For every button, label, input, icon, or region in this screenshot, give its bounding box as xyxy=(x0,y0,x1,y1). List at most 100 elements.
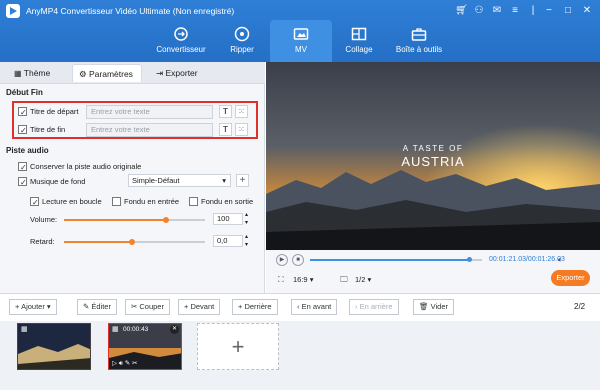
cut-label: Couper xyxy=(139,302,164,311)
delay-fill xyxy=(64,241,132,243)
cut-button[interactable]: ✂ Couper xyxy=(125,299,170,315)
volume-value[interactable]: 100 xyxy=(213,213,243,225)
gear-icon: ⚙ xyxy=(79,69,89,79)
move-forward-button[interactable]: ‹ En avant xyxy=(291,299,338,315)
end-grid-button[interactable]: ⁙ xyxy=(235,123,248,136)
user-icon[interactable]: ⚇ xyxy=(473,5,485,17)
fade-out-checkbox[interactable] xyxy=(189,197,198,206)
volume-label: Volume: xyxy=(30,215,58,224)
delay-value[interactable]: 0,0 xyxy=(213,235,243,247)
page-select[interactable]: 1/2 ▾ xyxy=(355,275,371,284)
start-title-checkbox[interactable] xyxy=(18,107,27,117)
toolbox-icon xyxy=(411,28,427,41)
loop-checkbox[interactable] xyxy=(30,197,39,207)
add-clip-button[interactable]: + xyxy=(197,323,279,370)
aspect-ratio-value: 16:9 xyxy=(293,275,308,284)
fade-in-checkbox[interactable] xyxy=(112,197,121,206)
front-button[interactable]: + Devant xyxy=(178,299,221,315)
edit-button[interactable]: ✎ Éditer xyxy=(77,299,117,315)
export-button[interactable]: Exporter xyxy=(551,270,590,286)
start-text-style-button[interactable]: T xyxy=(219,105,232,118)
nav-label: Collage xyxy=(345,45,373,54)
loop-label: Lecture en boucle xyxy=(42,197,102,206)
dots-grid-icon: ⁙ xyxy=(238,107,245,116)
minimize-button[interactable]: − xyxy=(543,5,555,17)
cart-icon[interactable]: 🛒︎ xyxy=(455,5,468,17)
nav-toolbox[interactable]: Boîte à outils xyxy=(388,20,450,62)
trash-icon: 🗑︎ xyxy=(419,302,431,311)
play-button[interactable]: ▶ xyxy=(276,254,288,266)
tab-exporter[interactable]: ⇥ Exporter xyxy=(150,64,204,82)
dots-grid-icon: ⁙ xyxy=(238,125,245,134)
feedback-icon[interactable]: ✉ xyxy=(491,5,503,17)
clip-count: 2/2 xyxy=(574,302,586,311)
clip-actions-icon[interactable]: ▷ 🔊︎ ✎ ✂ xyxy=(112,359,137,368)
stop-button[interactable]: ■ xyxy=(292,254,304,266)
add-label: Ajouter xyxy=(21,302,45,311)
volume-icon[interactable]: 🔈︎ xyxy=(558,255,563,265)
tab-label: Paramètres xyxy=(88,69,133,79)
end-title-checkbox[interactable] xyxy=(18,125,27,135)
front-label: Devant xyxy=(190,302,215,311)
overlay-subtitle: A TASTE OF xyxy=(402,144,464,153)
tab-label: Thème xyxy=(23,68,51,78)
disc-icon xyxy=(234,26,250,42)
nav-label: MV xyxy=(295,45,307,54)
close-button[interactable]: ✕ xyxy=(581,5,593,17)
convert-icon xyxy=(174,27,188,41)
film-icon: ▦ xyxy=(21,326,28,333)
music-select[interactable]: Simple-Défaut ▾ xyxy=(128,174,231,187)
progress-handle[interactable] xyxy=(467,257,472,262)
time-readout: 00:01:21.03/00:01:26.03 xyxy=(489,256,565,263)
menu-icon[interactable]: ≡ xyxy=(509,5,521,17)
start-title-label: Titre de départ xyxy=(30,107,79,116)
add-music-button[interactable]: + xyxy=(236,174,249,187)
video-preview: A TASTE OF AUSTRIA xyxy=(266,62,600,250)
keep-audio-checkbox[interactable] xyxy=(18,162,27,172)
nav-convertisseur[interactable]: Convertisseur xyxy=(150,20,212,62)
end-text-style-button[interactable]: T xyxy=(219,123,232,136)
keep-audio-label: Conserver la piste audio originale xyxy=(30,162,142,171)
bg-music-checkbox[interactable] xyxy=(18,177,27,187)
edit-label: Éditer xyxy=(91,302,111,311)
delay-handle[interactable] xyxy=(129,239,135,245)
volume-fill xyxy=(64,219,166,221)
clip-thumbnail-1[interactable]: ▦ xyxy=(17,323,91,370)
aspect-ratio-select[interactable]: 16:9 ▾ xyxy=(293,275,313,284)
end-title-input[interactable]: Entrez votre texte xyxy=(86,123,213,137)
back-label: Derrière xyxy=(244,302,272,311)
chevron-down-icon: ▾ xyxy=(222,176,226,185)
bg-music-label: Musique de fond xyxy=(30,177,86,186)
maximize-button[interactable]: □ xyxy=(562,5,574,17)
end-title-label: Titre de fin xyxy=(30,125,66,134)
chevron-down-icon: ▾ xyxy=(46,302,51,311)
overlay-title: AUSTRIA xyxy=(401,154,465,169)
clip-image xyxy=(18,324,90,369)
tab-label: Exporter xyxy=(165,68,198,78)
film-icon: ▦ xyxy=(112,326,119,333)
nav-label: Boîte à outils xyxy=(395,45,443,54)
tab-theme[interactable]: ▦ Thème xyxy=(8,64,56,82)
clip-thumbnail-2[interactable]: ▦ 00:00:43 ✕ ▷ 🔊︎ ✎ ✂ xyxy=(108,323,182,370)
move-backward-button[interactable]: › En arrière xyxy=(349,299,399,315)
start-grid-button[interactable]: ⁙ xyxy=(235,105,248,118)
delay-label: Retard: xyxy=(30,237,55,246)
volume-handle[interactable] xyxy=(163,217,169,223)
close-icon[interactable]: ✕ xyxy=(170,325,179,334)
fade-out-label: Fondu en sortie xyxy=(201,197,254,206)
nav-mv[interactable]: MV xyxy=(270,20,332,62)
delay-stepper-icon[interactable]: ▴ ▾ xyxy=(245,233,248,249)
add-button[interactable]: + Ajouter ▾ xyxy=(9,299,57,315)
volume-stepper-icon[interactable]: ▴ ▾ xyxy=(245,211,248,227)
nav-collage[interactable]: Collage xyxy=(328,20,390,62)
app-title: AnyMP4 Convertisseur Vidéo Ultimate (Non… xyxy=(26,6,235,16)
clear-button[interactable]: 🗑︎ Vider xyxy=(413,299,454,315)
nav-label: Convertisseur xyxy=(156,45,206,54)
tab-parametres[interactable]: ⚙ Paramètres xyxy=(72,64,142,82)
nav-label: Ripper xyxy=(230,45,254,54)
nav-ripper[interactable]: Ripper xyxy=(211,20,273,62)
start-title-input[interactable]: Entrez votre texte xyxy=(86,105,213,119)
back-button[interactable]: + Derrière xyxy=(232,299,278,315)
section-debut-fin: Début Fin xyxy=(6,88,43,97)
section-piste-audio: Piste audio xyxy=(6,146,49,155)
